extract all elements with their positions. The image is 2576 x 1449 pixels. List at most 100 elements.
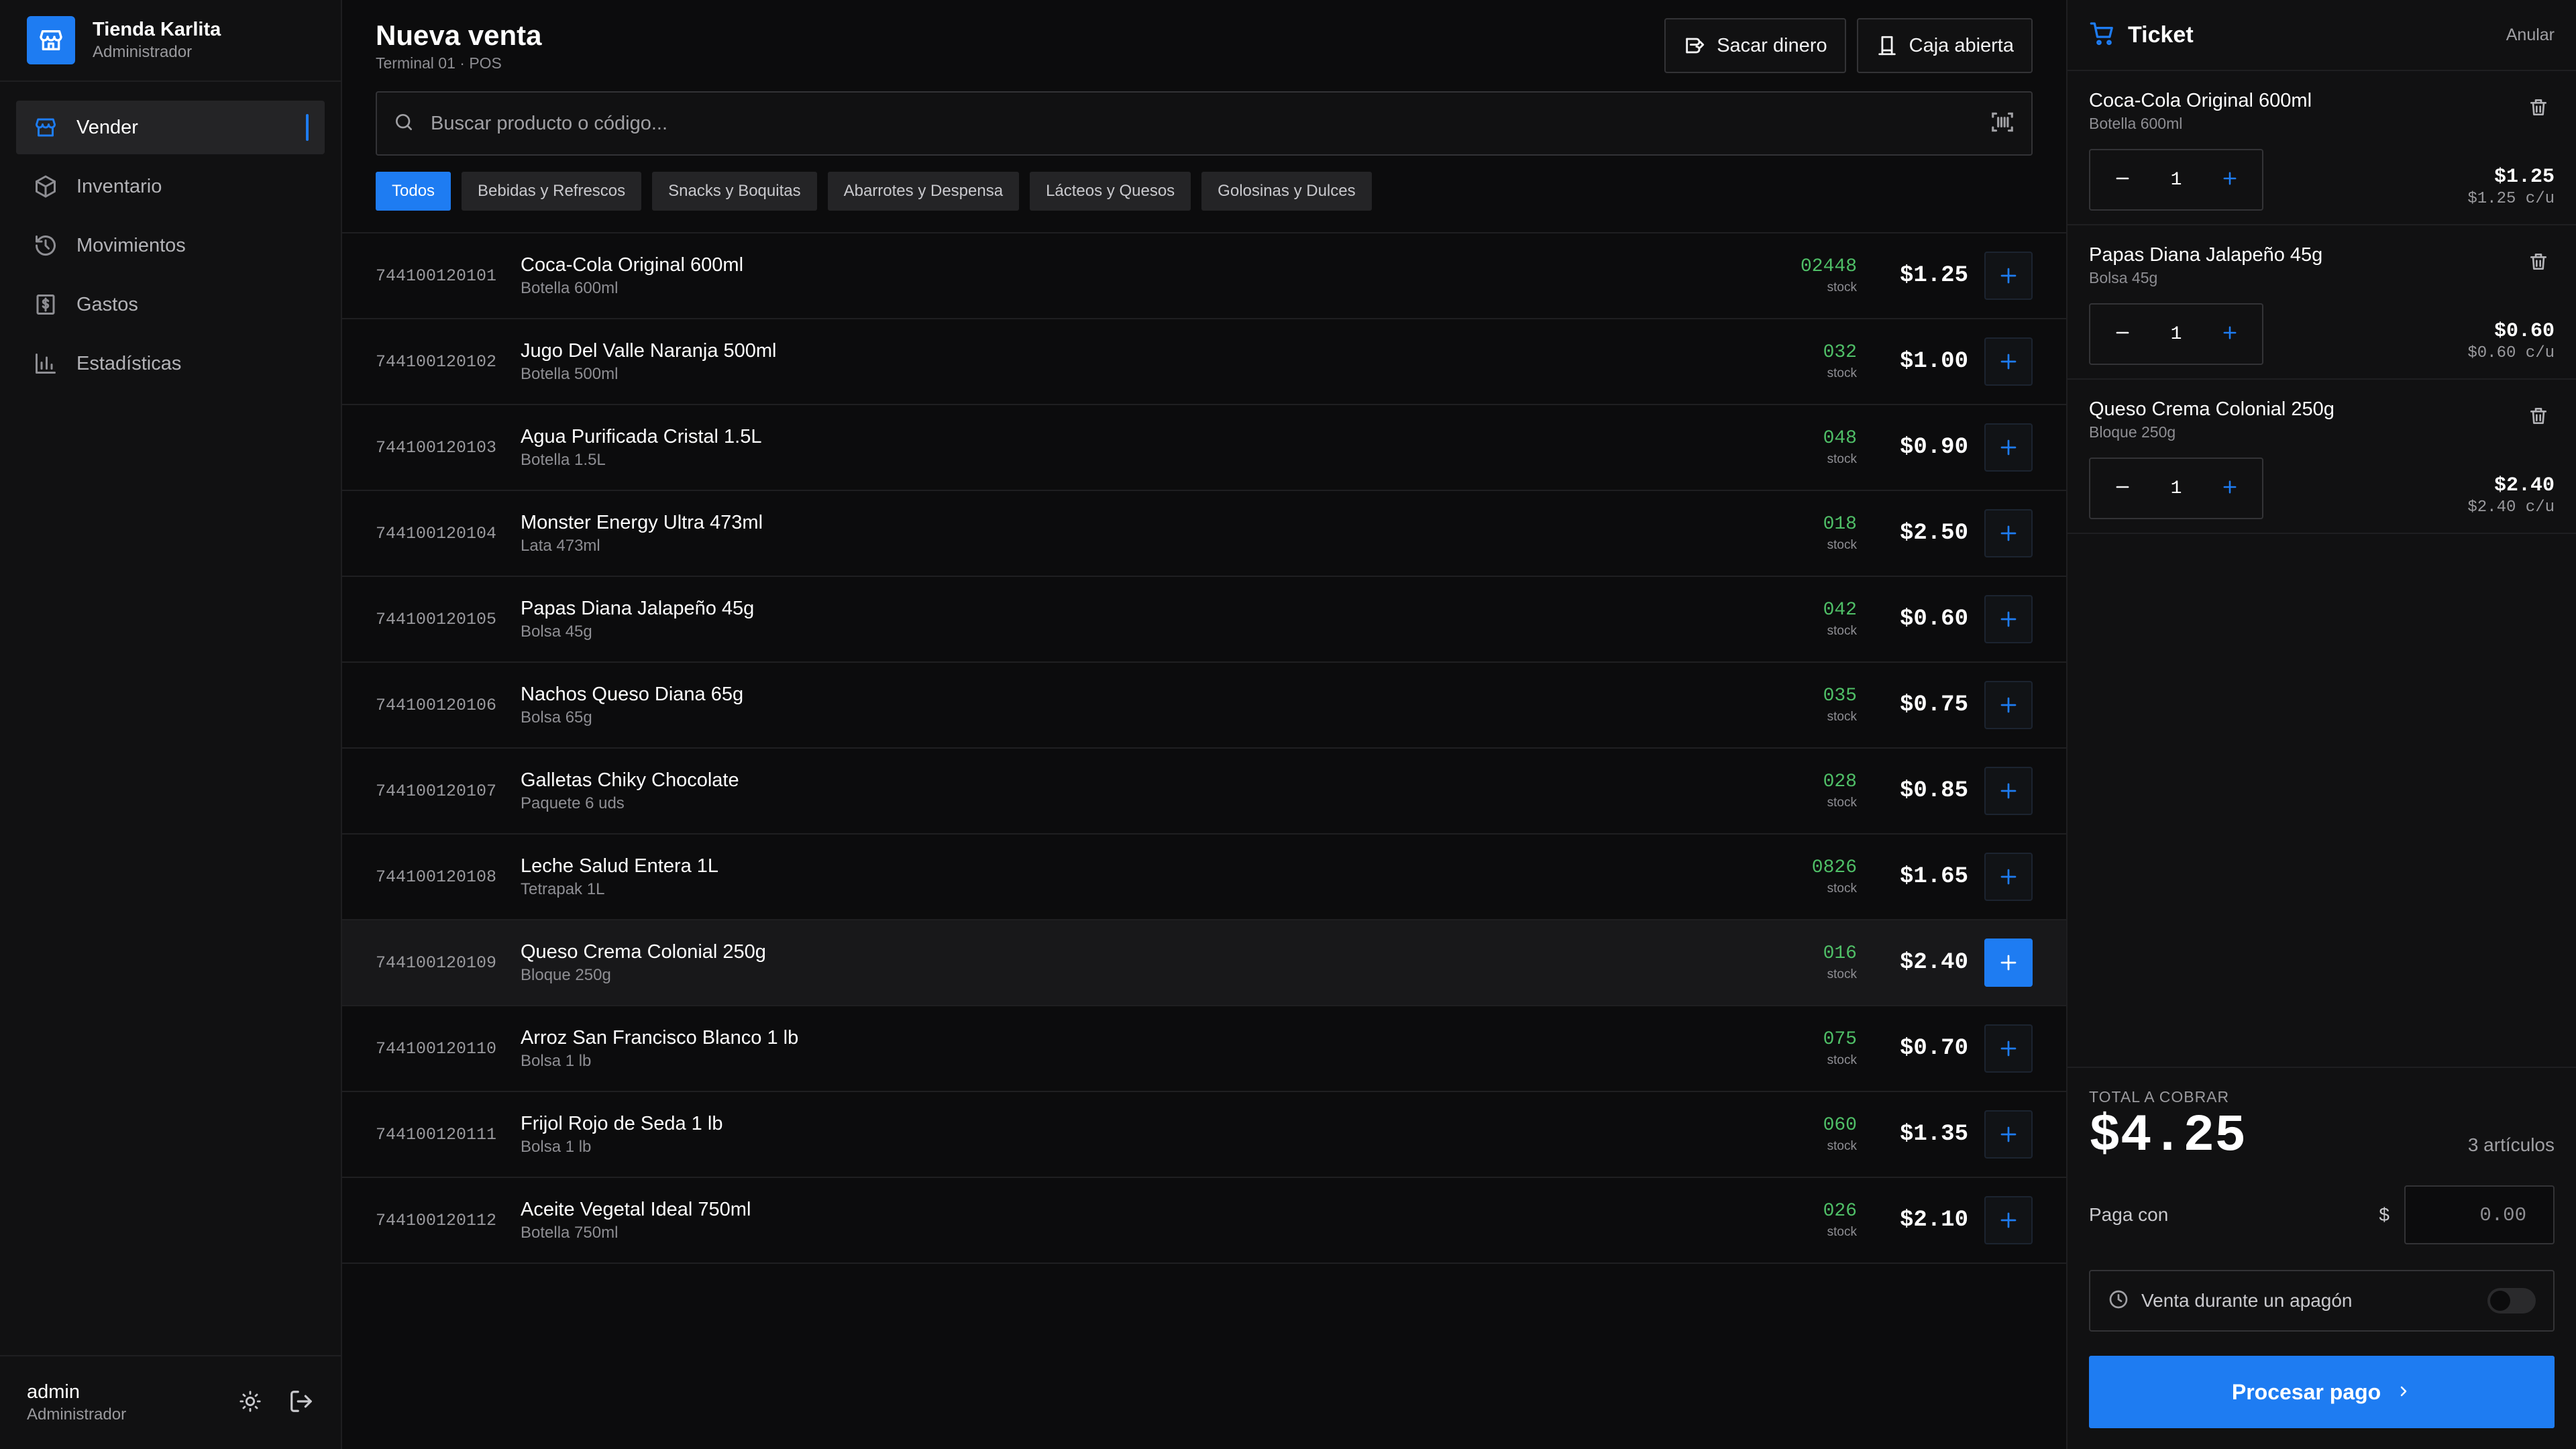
product-name: Jugo Del Valle Naranja 500ml — [521, 340, 777, 362]
product-row[interactable]: 744100120106 Nachos Queso Diana 65g Bolsa … — [342, 663, 2066, 749]
product-description: Lata 473ml — [521, 537, 600, 555]
decrease-quantity-button[interactable] — [2113, 474, 2132, 503]
withdraw-cash-button[interactable]: Sacar dinero — [1664, 18, 1846, 73]
cart-item-description: Botella 600ml — [2089, 115, 2183, 132]
product-row[interactable]: 744100120102 Jugo Del Valle Naranja 500ml… — [342, 319, 2066, 405]
add-to-cart-button[interactable] — [1984, 681, 2033, 729]
product-row[interactable]: 744100120107 Galletas Chiky Chocolate Paqu… — [342, 749, 2066, 835]
quantity-stepper: 1 — [2089, 149, 2263, 211]
product-stock: 035 stock — [1776, 684, 1857, 726]
product-name: Coca-Cola Original 600ml — [521, 254, 744, 276]
sidebar-item-estadisticas[interactable]: Estadísticas — [16, 337, 325, 390]
category-chip-bebidas[interactable]: Bebidas y Refrescos — [462, 172, 642, 211]
product-description: Paquete 6 uds — [521, 794, 625, 812]
search-input[interactable] — [431, 112, 1990, 135]
product-row[interactable]: 744100120109 Queso Crema Colonial 250g Blo… — [342, 920, 2066, 1006]
page-header: Nueva venta Terminal 01 · POS Sacar dine… — [342, 0, 2066, 91]
category-chip-snacks[interactable]: Snacks y Boquitas — [652, 172, 817, 211]
store-icon — [32, 114, 59, 141]
add-to-cart-button[interactable] — [1984, 509, 2033, 557]
decrease-quantity-button[interactable] — [2113, 320, 2132, 349]
plus-icon — [2000, 1212, 2017, 1228]
sidebar-item-movimientos[interactable]: Movimientos — [16, 219, 325, 272]
decrease-quantity-button[interactable] — [2113, 166, 2132, 195]
product-row[interactable]: 744100120110 Arroz San Francisco Blanco 1… — [342, 1006, 2066, 1092]
search-bar — [376, 91, 2033, 156]
blackout-toggle[interactable] — [2487, 1288, 2536, 1313]
increase-quantity-button[interactable] — [2220, 320, 2239, 349]
stock-value: 035 — [1823, 686, 1857, 706]
sidebar-item-gastos[interactable]: Gastos — [16, 278, 325, 331]
stock-value: 026 — [1823, 1201, 1857, 1222]
sidebar-item-vender[interactable]: Vender — [16, 101, 325, 154]
stock-label: stock — [1827, 881, 1857, 896]
category-chip-todos[interactable]: Todos — [376, 172, 451, 211]
stock-value: 0826 — [1811, 857, 1857, 878]
void-ticket-button[interactable]: Anular — [2506, 25, 2555, 45]
logout-icon[interactable] — [288, 1389, 314, 1417]
product-row[interactable]: 744100120101 Coca-Cola Original 600ml Bote… — [342, 233, 2066, 319]
product-code: 744100120107 — [376, 781, 497, 801]
product-price: $0.75 — [1899, 692, 1968, 718]
barcode-scan-icon[interactable] — [1990, 109, 2015, 138]
sidebar-item-inventario[interactable]: Inventario — [16, 160, 325, 213]
product-row[interactable]: 744100120112 Aceite Vegetal Ideal 750ml Bo… — [342, 1178, 2066, 1264]
category-chip-golosinas[interactable]: Golosinas y Dulces — [1201, 172, 1372, 211]
category-chip-abarrotes[interactable]: Abarrotes y Despensa — [827, 172, 1020, 211]
cart-item-name: Papas Diana Jalapeño 45g — [2089, 244, 2323, 266]
product-description: Botella 500ml — [521, 365, 619, 383]
add-to-cart-button[interactable] — [1984, 767, 2033, 815]
quantity-value: 1 — [2170, 323, 2182, 345]
trash-icon[interactable] — [2528, 97, 2549, 121]
register-status-button[interactable]: Caja abierta — [1856, 18, 2033, 73]
increase-quantity-button[interactable] — [2220, 474, 2239, 503]
trash-icon[interactable] — [2528, 251, 2549, 276]
product-name: Frijol Rojo de Seda 1 lb — [521, 1113, 723, 1134]
sidebar-item-label: Inventario — [76, 175, 162, 197]
product-name: Papas Diana Jalapeño 45g — [521, 598, 755, 619]
product-row[interactable]: 744100120104 Monster Energy Ultra 473ml La… — [342, 491, 2066, 577]
product-price: $1.25 — [1899, 263, 1968, 288]
register-icon — [1876, 34, 1898, 57]
sidebar-item-label: Vender — [76, 116, 138, 138]
add-to-cart-button[interactable] — [1984, 337, 2033, 386]
product-code: 744100120101 — [376, 266, 497, 286]
product-info: Papas Diana Jalapeño 45g Bolsa 45g — [521, 596, 1776, 643]
product-name: Nachos Queso Diana 65g — [521, 684, 744, 705]
add-to-cart-button[interactable] — [1984, 938, 2033, 987]
product-row[interactable]: 744100120105 Papas Diana Jalapeño 45g Bols… — [342, 577, 2066, 663]
product-row[interactable]: 744100120103 Agua Purificada Cristal 1.5L… — [342, 405, 2066, 491]
add-to-cart-button[interactable] — [1984, 1110, 2033, 1159]
theme-toggle-sun-icon[interactable] — [239, 1390, 262, 1416]
add-to-cart-button[interactable] — [1984, 1196, 2033, 1244]
store-icon — [27, 16, 75, 64]
quantity-value: 1 — [2170, 169, 2182, 191]
product-stock: 042 stock — [1776, 598, 1857, 640]
history-icon — [32, 232, 59, 259]
cart-item-total: $2.40 — [2493, 474, 2555, 497]
increase-quantity-button[interactable] — [2220, 166, 2239, 195]
product-description: Botella 750ml — [521, 1224, 619, 1242]
toggle-knob — [2490, 1291, 2510, 1311]
blackout-label: Venta durante un apagón — [2141, 1290, 2353, 1311]
add-to-cart-button[interactable] — [1984, 1024, 2033, 1073]
cart-item-unit-price: $1.25 c/u — [2467, 190, 2555, 208]
product-info: Frijol Rojo de Seda 1 lb Bolsa 1 lb — [521, 1111, 1776, 1158]
plus-icon — [2000, 955, 2017, 971]
add-to-cart-button[interactable] — [1984, 595, 2033, 643]
category-chip-lacteos[interactable]: Lácteos y Quesos — [1030, 172, 1191, 211]
product-code: 744100120105 — [376, 609, 497, 629]
add-to-cart-button[interactable] — [1984, 423, 2033, 472]
trash-icon[interactable] — [2528, 405, 2549, 430]
process-payment-button[interactable]: Procesar pago — [2089, 1356, 2555, 1428]
product-name: Monster Energy Ultra 473ml — [521, 512, 763, 533]
product-row[interactable]: 744100120108 Leche Salud Entera 1L Tetrapa… — [342, 835, 2066, 920]
add-to-cart-button[interactable] — [1984, 853, 2033, 901]
product-price: $2.40 — [1899, 950, 1968, 975]
pay-amount-input[interactable]: 0.00 — [2404, 1185, 2555, 1244]
product-info: Aceite Vegetal Ideal 750ml Botella 750ml — [521, 1197, 1776, 1244]
stock-value: 016 — [1823, 943, 1857, 964]
add-to-cart-button[interactable] — [1984, 252, 2033, 300]
product-info: Queso Crema Colonial 250g Bloque 250g — [521, 939, 1776, 986]
product-row[interactable]: 744100120111 Frijol Rojo de Seda 1 lb Bols… — [342, 1092, 2066, 1178]
